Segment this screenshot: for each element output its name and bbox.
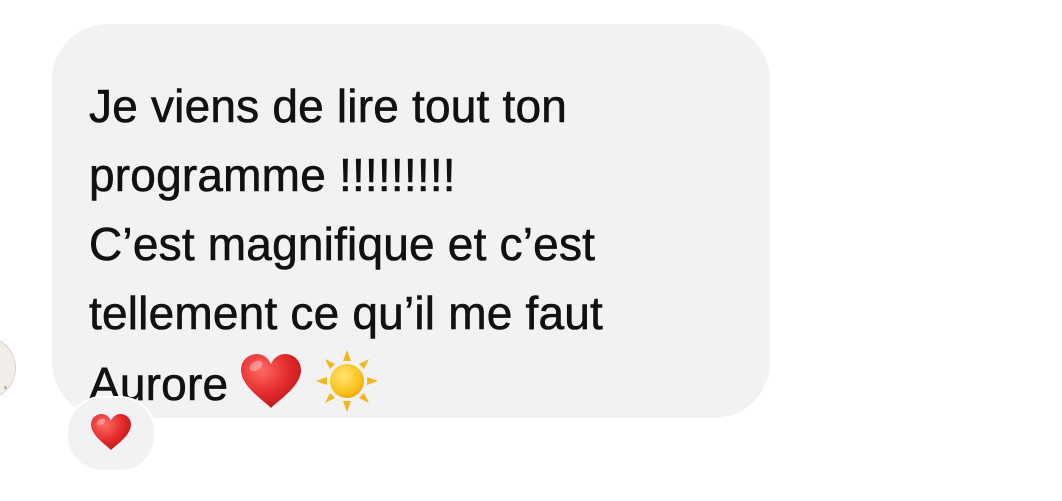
sender-avatar[interactable] <box>0 336 16 400</box>
sun-icon <box>314 348 380 433</box>
message-line: programme !!!!!!!!! <box>89 149 456 202</box>
heart-icon <box>238 352 304 429</box>
message-bubble[interactable]: Je viens de lire tout ton programme !!!!… <box>52 24 770 418</box>
avatar-detail <box>4 386 7 389</box>
message-line: tellement ce qu’il me faut <box>89 287 604 340</box>
message-last-line: Aurore <box>89 348 738 433</box>
message-line: C’est magnifique et c’est <box>89 218 596 271</box>
reaction-heart-icon <box>89 412 133 457</box>
reaction-badge[interactable] <box>66 396 156 472</box>
message-line: Je viens de lire tout ton <box>89 80 568 133</box>
